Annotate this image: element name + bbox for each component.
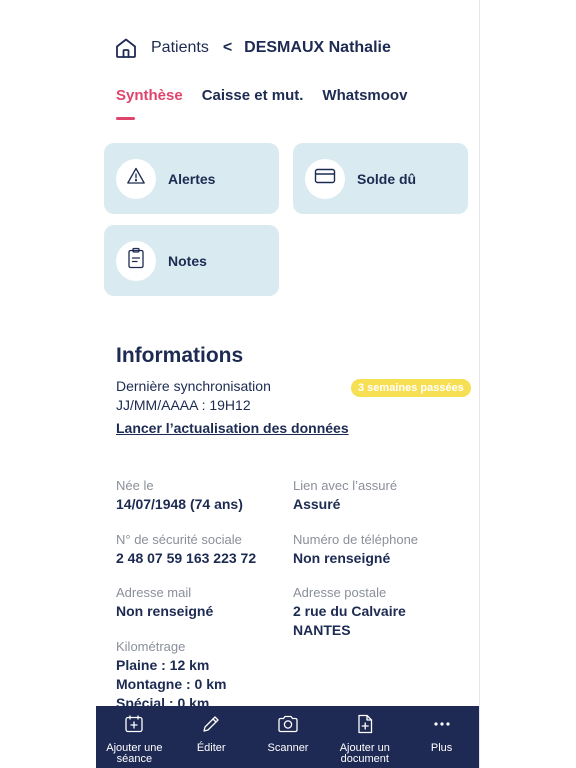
- home-icon[interactable]: [114, 36, 138, 60]
- clipboard-icon: [127, 247, 145, 274]
- phone-value: Non renseigné: [293, 550, 391, 566]
- km-montagne: Montagne : 0 km: [116, 676, 227, 692]
- tab-bar: Synthèse Caisse et mut. Whatsmoov: [116, 87, 426, 120]
- notes-icon-circle: [116, 240, 156, 281]
- add-document-icon: [356, 714, 374, 734]
- scanner-button[interactable]: Scanner: [250, 706, 327, 768]
- address-line2: NANTES: [293, 622, 351, 638]
- email-value: Non renseigné: [116, 603, 214, 619]
- more-label: Plus: [430, 742, 453, 754]
- add-session-button[interactable]: Ajouter une séance: [96, 706, 173, 768]
- more-icon: [432, 714, 452, 734]
- patient-name: DESMAUX Nathalie: [244, 39, 391, 56]
- add-session-label: Ajouter une séance: [106, 742, 163, 765]
- notes-card[interactable]: Notes: [104, 225, 279, 296]
- patient-screen: Patients < DESMAUX Nathalie Synthèse Cai…: [96, 0, 480, 768]
- add-session-icon: [124, 714, 144, 734]
- sync-label: Dernière synchronisation: [116, 378, 271, 394]
- ssn-label: N° de sécurité sociale: [116, 532, 242, 547]
- solde-du-card[interactable]: Solde dû: [293, 143, 468, 214]
- breadcrumb-separator: <: [222, 39, 233, 56]
- link-value: Assuré: [293, 496, 341, 512]
- refresh-data-link[interactable]: Lancer l’actualisation des données: [116, 420, 349, 436]
- add-document-label: Ajouter un document: [339, 742, 390, 765]
- alertes-card[interactable]: Alertes: [104, 143, 279, 214]
- edit-label: Éditer: [196, 742, 226, 754]
- sync-date: JJ/MM/AAAA : 19H12: [116, 397, 251, 413]
- link-label: Lien avec l’assuré: [293, 478, 398, 493]
- alertes-label: Alertes: [168, 170, 216, 187]
- warning-icon: [126, 166, 146, 191]
- solde-icon-circle: [305, 158, 345, 199]
- add-document-button[interactable]: Ajouter un document: [326, 706, 403, 768]
- camera-icon: [277, 714, 299, 734]
- address-label: Adresse postale: [293, 585, 387, 600]
- scanner-label: Scanner: [267, 742, 309, 754]
- pencil-icon: [201, 714, 221, 734]
- km-plaine: Plaine : 12 km: [116, 657, 210, 673]
- ssn-value: 2 48 07 59 163 223 72: [116, 550, 257, 566]
- email-label: Adresse mail: [116, 585, 192, 600]
- birth-label: Née le: [116, 478, 154, 493]
- sync-status-badge: 3 semaines passées: [351, 379, 471, 397]
- breadcrumb-patients-link[interactable]: Patients: [151, 39, 209, 57]
- alertes-icon-circle: [116, 158, 156, 199]
- bottom-action-bar: Ajouter une séance Éditer Scanner Ajoute…: [96, 706, 479, 768]
- phone-label: Numéro de téléphone: [293, 532, 419, 547]
- edit-button[interactable]: Éditer: [173, 706, 250, 768]
- more-button[interactable]: Plus: [403, 706, 479, 768]
- address-line1: 2 rue du Calvaire: [293, 603, 406, 619]
- birth-value: 14/07/1948 (74 ans): [116, 496, 243, 512]
- notes-label: Notes: [168, 252, 207, 269]
- tab-synthese[interactable]: Synthèse: [116, 87, 183, 120]
- km-label: Kilométrage: [116, 639, 186, 654]
- solde-du-label: Solde dû: [357, 170, 417, 187]
- card-icon: [314, 167, 336, 190]
- informations-heading: Informations: [116, 344, 244, 367]
- tab-caisse-mutuelle[interactable]: Caisse et mut.: [202, 87, 304, 104]
- breadcrumb: Patients < DESMAUX Nathalie: [114, 36, 391, 60]
- tab-whatsmoov[interactable]: Whatsmoov: [322, 87, 407, 104]
